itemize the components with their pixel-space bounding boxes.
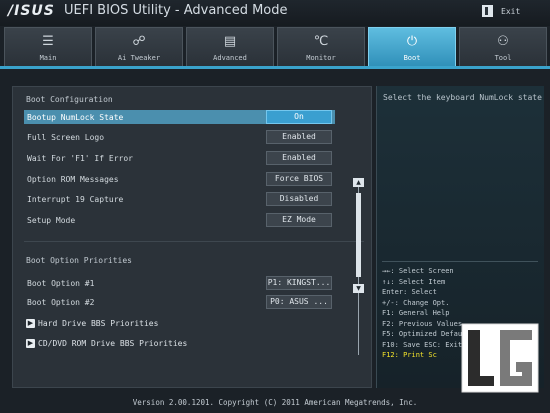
key-hint: →←: Select Screen [382, 267, 454, 275]
wait-f1-value[interactable]: Enabled [266, 151, 332, 165]
tab-main[interactable]: ☰ Main [4, 27, 92, 67]
full-screen-logo-value[interactable]: Enabled [266, 130, 332, 144]
boot-option-2-value[interactable]: P0: ASUS ... [266, 295, 332, 309]
tab-boot[interactable]: ⏻ Boot [368, 27, 456, 67]
setting-label: Option ROM Messages [27, 174, 119, 184]
scrollbar-thumb[interactable] [356, 193, 361, 277]
key-hint: F1: General Help [382, 309, 450, 317]
exit-button[interactable]: Exit [482, 4, 540, 18]
chevron-right-icon: ▶ [26, 318, 35, 328]
tab-advanced[interactable]: ▤ Advanced [186, 27, 274, 67]
tab-underline [0, 66, 550, 69]
tab-label: Advanced [213, 54, 247, 62]
keys-divider [382, 261, 538, 262]
interrupt-19-value[interactable]: Disabled [266, 192, 332, 206]
option-rom-value[interactable]: Force BIOS [266, 172, 332, 186]
setting-label: Full Screen Logo [27, 132, 105, 142]
submenu-label: Hard Drive BBS Priorities [38, 318, 159, 328]
tab-monitor[interactable]: ℃ Monitor [277, 27, 365, 67]
gauge-icon: ☍ [132, 34, 146, 49]
setting-label: Boot Option #2 [27, 297, 95, 307]
section-title-boot-priorities: Boot Option Priorities [26, 256, 132, 265]
section-title-boot-configuration: Boot Configuration [26, 95, 113, 104]
asus-logo: /ISUS [8, 3, 55, 19]
list-icon: ☰ [42, 34, 54, 49]
title-bar: /ISUS UEFI BIOS Utility - Advanced Mode … [0, 0, 550, 26]
submenu-cd-dvd-bbs[interactable]: ▶ CD/DVD ROM Drive BBS Priorities [26, 337, 187, 349]
setting-label: Interrupt 19 Capture [27, 194, 124, 204]
key-hint: Enter: Select [382, 288, 437, 296]
settings-panel: Boot Configuration Bootup NumLock State … [12, 86, 372, 388]
exit-label: Exit [501, 6, 521, 16]
boot-option-1-value[interactable]: P1: KINGST... [266, 276, 332, 290]
setting-label: Boot Option #1 [27, 278, 95, 288]
chevron-right-icon: ▶ [26, 338, 35, 348]
help-description: Select the keyboard NumLock state [383, 93, 542, 102]
footer-version: Version 2.00.1201. Copyright (C) 2011 Am… [132, 398, 418, 407]
thermometer-icon: ℃ [313, 34, 329, 49]
key-hint: +/-: Change Opt. [382, 298, 450, 307]
tab-label: Monitor [306, 54, 336, 62]
setting-label: Wait For 'F1' If Error [27, 153, 133, 163]
page-title: UEFI BIOS Utility - Advanced Mode [64, 3, 288, 18]
tab-label: Tool [494, 54, 512, 62]
tab-label: Main [39, 54, 57, 62]
setting-label: Bootup NumLock State [27, 112, 124, 122]
submenu-label: CD/DVD ROM Drive BBS Priorities [38, 338, 188, 348]
printer-icon: ⚇ [497, 34, 509, 49]
watermark-logo [461, 323, 539, 393]
key-hint: ↑↓: Select Item [382, 277, 446, 286]
bootup-numlock-value[interactable]: On [266, 110, 332, 124]
power-icon: ⏻ [406, 34, 418, 49]
tab-label: Ai Tweaker [117, 54, 161, 62]
submenu-hard-drive-bbs[interactable]: ▶ Hard Drive BBS Priorities [26, 317, 158, 329]
section-divider [24, 241, 364, 242]
tab-label: Boot [403, 54, 421, 62]
scroll-down-button[interactable]: ▼ [353, 284, 364, 293]
tab-ai-tweaker[interactable]: ☍ Ai Tweaker [95, 27, 183, 67]
tab-bar: ☰ Main ☍ Ai Tweaker ▤ Advanced ℃ Monitor… [0, 27, 550, 67]
door-exit-icon [482, 5, 493, 17]
setup-mode-value[interactable]: EZ Mode [266, 213, 332, 227]
setting-label: Setup Mode [27, 215, 76, 225]
tab-tool[interactable]: ⚇ Tool [459, 27, 547, 67]
scroll-up-button[interactable]: ▲ [353, 178, 364, 187]
chip-icon: ▤ [223, 34, 237, 49]
